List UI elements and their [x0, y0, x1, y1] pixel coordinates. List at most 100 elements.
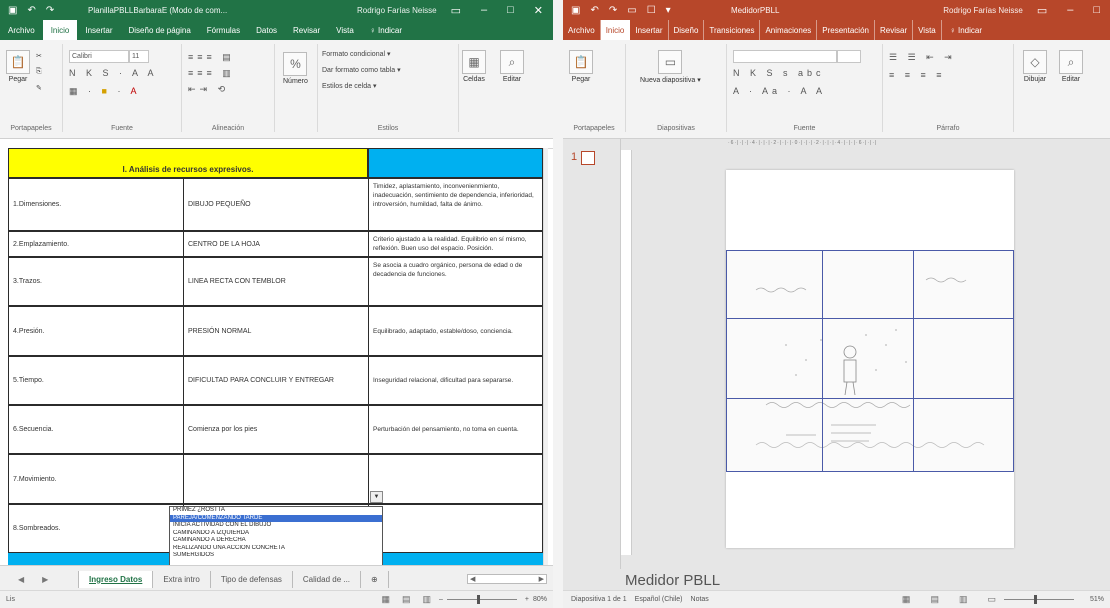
- page-break-icon[interactable]: ▥: [422, 594, 431, 605]
- tab-inicio[interactable]: Inicio: [600, 20, 631, 40]
- present-icon[interactable]: ▭: [627, 5, 636, 16]
- conditional-format-button[interactable]: Formato condicional ▾: [322, 50, 391, 58]
- align-buttons[interactable]: ≡≡≡ ▥: [188, 68, 235, 79]
- prev-sheet-icon[interactable]: ◀: [18, 575, 24, 584]
- tab-indicar[interactable]: ♀ Indicar: [362, 20, 410, 40]
- normal-view-icon[interactable]: ▦: [902, 594, 911, 605]
- row-description-cell[interactable]: Criterio ajustado a la realidad. Equilib…: [368, 231, 543, 257]
- row-description-cell[interactable]: Inseguridad relacional, dificultad para …: [368, 356, 543, 405]
- row-value-cell[interactable]: PRESIÓN NORMAL: [183, 306, 369, 356]
- tab-insertar[interactable]: Insertar: [77, 20, 120, 40]
- tab-vista[interactable]: Vista: [328, 20, 362, 40]
- cells-button[interactable]: ▦ Celdas: [462, 50, 486, 83]
- table-format-button[interactable]: Dar formato como tabla ▾: [322, 66, 401, 74]
- row-value-cell[interactable]: DIFICULTAD PARA CONCLUIR Y ENTREGAR: [183, 356, 369, 405]
- slide-thumbnail[interactable]: [581, 151, 595, 165]
- zoom-in-icon[interactable]: +: [525, 596, 529, 603]
- tab-archivo[interactable]: Archivo: [0, 20, 43, 40]
- next-sheet-icon[interactable]: ▶: [42, 575, 48, 584]
- row-label-cell[interactable]: 4.Presión.: [8, 306, 184, 356]
- row-label-cell[interactable]: 1.Dimensiones.: [8, 178, 184, 231]
- format-painter-icon[interactable]: ✎: [36, 84, 42, 92]
- row-label-cell[interactable]: 6.Secuencia.: [8, 405, 184, 454]
- dropdown-arrow-icon[interactable]: ▼: [370, 491, 383, 503]
- tab-diseno-pagina[interactable]: Diseño de página: [121, 20, 199, 40]
- number-format-button[interactable]: % Número: [283, 52, 308, 85]
- slideshow-icon[interactable]: ▭: [987, 594, 996, 605]
- row-value-cell[interactable]: Comienza por los pies: [183, 405, 369, 454]
- tab-indicar[interactable]: ♀ Indicar: [942, 20, 990, 40]
- zoom-level[interactable]: 51%: [1090, 596, 1104, 603]
- row-label-cell[interactable]: 3.Trazos.: [8, 257, 184, 306]
- redo-icon[interactable]: ↷: [609, 5, 617, 16]
- row-description-cell[interactable]: Equilibrado, adaptado, estable/doso, con…: [368, 306, 543, 356]
- sheet-tab-tipo-defensas[interactable]: Tipo de defensas: [211, 570, 293, 588]
- slide-title-notes[interactable]: Medidor PBLL: [563, 569, 1110, 591]
- section-header[interactable]: I. Análisis de recursos expresivos.: [8, 148, 368, 178]
- zoom-out-icon[interactable]: –: [439, 596, 443, 603]
- tab-formulas[interactable]: Fórmulas: [199, 20, 248, 40]
- font-color-buttons[interactable]: A · Aa · A A: [733, 86, 826, 96]
- font-color-buttons[interactable]: ▦ · ■ · A: [69, 86, 140, 97]
- horizontal-scrollbar[interactable]: ◀ ▶: [467, 574, 547, 584]
- edit-button[interactable]: ⌕ Editar: [1059, 50, 1083, 83]
- copy-icon[interactable]: ⎘: [36, 68, 42, 76]
- indent-buttons[interactable]: ⇤⇥ ⟲: [188, 84, 229, 95]
- dropdown-option[interactable]: SUMERGIDOS: [170, 552, 382, 560]
- row-label-cell[interactable]: 8.Sombreados.: [8, 504, 184, 553]
- row-value-cell[interactable]: LINEA RECTA CON TEMBLOR: [183, 257, 369, 306]
- blue-header-cell[interactable]: [368, 148, 543, 178]
- validation-dropdown-list[interactable]: PRIMEZ ¿ROSTTA PAREJA/COMENZANDO TARDE INI…: [169, 506, 383, 565]
- language-status[interactable]: Español (Chile): [635, 596, 683, 603]
- spreadsheet-grid[interactable]: I. Análisis de recursos expresivos. 1.Di…: [0, 148, 548, 565]
- maximize-icon[interactable]: □: [507, 4, 514, 17]
- dropdown-option[interactable]: REALIZANDO UNA ACCIÓN CONCRETA: [170, 545, 382, 553]
- tab-inicio[interactable]: Inicio: [42, 20, 78, 40]
- dropdown-option[interactable]: PAREJA/COMENZANDO TARDE: [170, 514, 382, 522]
- row-label-cell[interactable]: 2.Emplazamiento.: [8, 231, 184, 257]
- notes-button[interactable]: Notas: [691, 596, 709, 603]
- draw-button[interactable]: ◇ Dibujar: [1023, 50, 1047, 83]
- row-label-cell[interactable]: 7.Movimiento.: [8, 454, 184, 504]
- tab-animaciones[interactable]: Animaciones: [760, 20, 818, 40]
- tab-insertar[interactable]: Insertar: [630, 20, 669, 40]
- row-description-cell[interactable]: [368, 454, 543, 504]
- zoom-slider[interactable]: [1003, 595, 1074, 604]
- undo-icon[interactable]: ↶: [27, 5, 35, 16]
- undo-icon[interactable]: ↶: [590, 5, 598, 16]
- tab-datos[interactable]: Datos: [248, 20, 285, 40]
- row-description-cell[interactable]: [368, 504, 543, 553]
- sheet-tab-ingreso-datos[interactable]: Ingreso Datos: [78, 570, 154, 588]
- font-name-select[interactable]: [733, 50, 837, 63]
- tab-archivo[interactable]: Archivo: [563, 20, 601, 40]
- row-description-cell[interactable]: Timidez, aplastamiento, inconvenienmient…: [368, 178, 543, 231]
- cut-icon[interactable]: ✂: [36, 52, 42, 60]
- customize-qat-icon[interactable]: ▾: [666, 5, 671, 16]
- font-style-buttons[interactable]: N K S · A A: [69, 68, 158, 78]
- font-style-buttons[interactable]: N K S s abc: [733, 68, 825, 78]
- add-sheet-icon[interactable]: ⊕: [361, 570, 389, 588]
- font-name-select[interactable]: Calibri: [69, 50, 129, 63]
- touch-mode-icon[interactable]: ☐: [647, 5, 656, 16]
- dropdown-option[interactable]: CAMINANDO A DERECHA: [170, 537, 382, 545]
- close-icon[interactable]: ✕: [534, 4, 543, 17]
- align-buttons[interactable]: ≡ ≡ ≡ ≡: [889, 70, 946, 80]
- tab-revisar[interactable]: Revisar: [285, 20, 328, 40]
- paste-button[interactable]: 📋 Pegar: [569, 50, 593, 83]
- slide-sorter-icon[interactable]: ▤: [930, 594, 939, 605]
- row-value-cell[interactable]: DIBUJO PEQUEÑO: [183, 178, 369, 231]
- cell-styles-button[interactable]: Estilos de celda ▾: [322, 82, 377, 90]
- slide-canvas[interactable]: [726, 170, 1014, 548]
- dropdown-option[interactable]: INICIA ACTIVIDAD CON EL DIBUJO: [170, 522, 382, 530]
- new-slide-button[interactable]: ▭ Nueva diapositiva ▾: [640, 50, 701, 84]
- sheet-tab-calidad[interactable]: Calidad de ...: [293, 570, 362, 588]
- page-layout-icon[interactable]: ▤: [402, 594, 411, 605]
- font-size-select[interactable]: [837, 50, 861, 63]
- redo-icon[interactable]: ↷: [46, 5, 54, 16]
- dropdown-option[interactable]: PRIMEZ ¿ROSTTA: [170, 507, 382, 515]
- row-value-cell[interactable]: CENTRO DE LA HOJA: [183, 231, 369, 257]
- minimize-icon[interactable]: –: [1067, 4, 1073, 17]
- tab-transiciones[interactable]: Transiciones: [704, 20, 761, 40]
- ribbon-display-icon[interactable]: ▭: [1037, 4, 1047, 17]
- minimize-icon[interactable]: –: [481, 4, 487, 17]
